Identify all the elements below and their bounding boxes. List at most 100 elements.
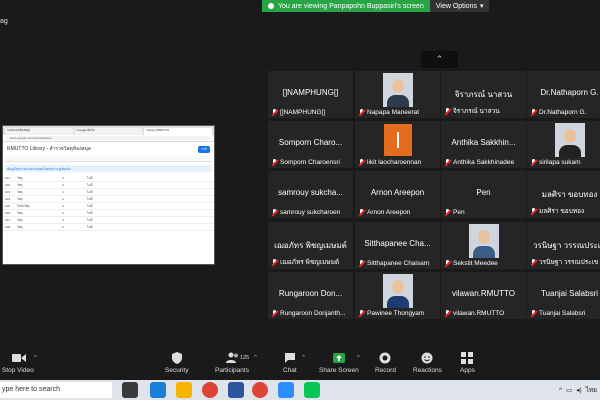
muted-mic-icon	[530, 207, 537, 215]
participant-name: Napapa Maneerat	[367, 109, 420, 116]
table-row: 104 วัสดุ 4 ไม่มี	[3, 196, 214, 203]
muted-mic-icon	[444, 260, 451, 267]
language-indicator[interactable]: ไทย	[586, 385, 597, 395]
chrome-icon[interactable]	[202, 382, 218, 398]
participant-tile[interactable]: likit laocharoennan	[355, 121, 440, 168]
participant-name: sirilapa sukam	[539, 159, 581, 166]
participant-tile[interactable]: จิราภรณ์ นาสวน จิราภรณ์ นาสวน	[441, 71, 526, 118]
muted-mic-icon	[444, 209, 451, 216]
chrome-icon-2[interactable]	[252, 382, 268, 398]
smiley-icon	[421, 352, 433, 364]
table-cell: 104	[5, 197, 11, 201]
security-button[interactable]: Security	[165, 352, 188, 374]
document-header: RMUTTO Library - สำรวจวัสดุห้องสมุด แชร์	[3, 142, 214, 156]
participant-tile[interactable]: Sitthapanee Cha... Sitthapanee Chaisarn	[355, 222, 440, 269]
participant-tile[interactable]: sirilapa sukam	[527, 121, 600, 168]
participant-name: Sekstit Meedee	[453, 260, 498, 267]
table-row: 108 วัสดุ 4 ไม่มี	[3, 224, 214, 231]
muted-mic-icon	[271, 109, 278, 116]
participant-tile[interactable]: []NAMPHUNG[] []NAMPHUNG[]	[268, 71, 353, 118]
participant-name-bar: Rungaroon Donjanth...	[271, 310, 351, 317]
table-cell: วัสดุ	[17, 210, 23, 215]
zoom-icon[interactable]	[278, 382, 294, 398]
participants-options-caret[interactable]: ^	[254, 355, 257, 361]
participant-tile[interactable]: Sekstit Meedee	[441, 222, 526, 269]
shared-screen-view[interactable]: ระบบงานห้องสมุด Google ฟอร์ม Library RMU…	[2, 125, 215, 265]
reactions-button[interactable]: Reactions	[413, 352, 442, 374]
participant-tile[interactable]: Pawinee Thongyam	[355, 272, 440, 319]
chevron-up-icon[interactable]: ^	[559, 387, 562, 394]
participant-tile[interactable]: Napapa Maneerat	[355, 71, 440, 118]
participant-tile[interactable]: Tuanjai Salabsri Tuanjai Salabsri	[527, 272, 600, 319]
participant-display-name: Somporn Charo...	[278, 138, 343, 147]
table-cell: วัสดุ	[17, 217, 23, 222]
participant-name-bar: Tuanjai Salabsri	[530, 310, 600, 317]
document-table: 101 วัสดุ 4 ไม่มี 102 วัสดุ 4 ไม่มี 103 วัสดุ 4 ไม่…	[3, 175, 214, 231]
participant-tile[interactable]: Arnon Areepon Arnon Areepon	[355, 171, 440, 218]
participant-tile[interactable]: Dr.Nathaporn G. Dr.Nathaporn G.	[527, 71, 600, 118]
chat-options-caret[interactable]: ^	[302, 355, 305, 361]
participant-name-bar: samrouy sukcharoen	[271, 209, 351, 216]
participant-display-name: Arnon Areepon	[370, 188, 425, 197]
muted-mic-icon	[530, 258, 537, 266]
participant-name-bar: Dr.Nathaporn G.	[530, 109, 600, 116]
share-screen-button[interactable]: Share Screen	[319, 352, 359, 374]
participant-tile[interactable]: vilawan.RMUTTO vilawan.RMUTTO	[441, 272, 526, 319]
participant-tile[interactable]: Pen Pen	[441, 171, 526, 218]
chevron-up-icon: ⌃	[435, 54, 444, 64]
stop-video-button[interactable]: Stop Video	[2, 352, 34, 374]
participant-tile[interactable]: Rungaroon Don... Rungaroon Donjanth...	[268, 272, 353, 319]
network-icon[interactable]: ▭	[566, 386, 572, 394]
share-options-caret[interactable]: ^	[357, 355, 360, 361]
reactions-label: Reactions	[413, 367, 442, 374]
participant-tile[interactable]: วรนิษฐา วรรณประเข วรนิษฐา วรรณประเข	[527, 222, 600, 269]
table-cell: ไม่มี	[87, 217, 93, 222]
participant-name-bar: Somporn Charoensri	[271, 159, 351, 166]
viewing-text: You are viewing Panpapohn Buppasiri's sc…	[278, 2, 424, 10]
participant-tile[interactable]: มลศิรา ขอบทอง มลศิรา ขอบทอง	[527, 171, 600, 218]
gallery-page-up-button[interactable]: ⌃	[421, 51, 458, 68]
apps-grid-icon	[461, 352, 474, 364]
taskbar-search-box[interactable]: ype here to search	[0, 382, 112, 398]
muted-mic-icon	[271, 159, 278, 166]
table-cell: 105	[5, 204, 11, 208]
muted-mic-icon	[444, 310, 451, 317]
word-icon[interactable]	[228, 382, 244, 398]
view-options-label: View Options	[435, 2, 477, 10]
table-cell: 102	[5, 183, 11, 187]
share-status-icon	[268, 3, 274, 9]
participant-display-name: Rungaroon Don...	[278, 289, 343, 298]
participant-name-bar: Pawinee Thongyam	[358, 310, 438, 317]
file-explorer-icon[interactable]	[176, 382, 192, 398]
volume-icon[interactable]: ◂)	[576, 386, 581, 394]
browser-tab: Google ฟอร์ม	[74, 128, 143, 135]
screen-share-banner: You are viewing Panpapohn Buppasiri's sc…	[262, 0, 490, 12]
participant-tile[interactable]: Somporn Charo... Somporn Charoensri	[268, 121, 353, 168]
participant-display-name: Anthika Sakkhin...	[451, 138, 516, 147]
table-cell: 108	[5, 225, 11, 229]
video-options-caret[interactable]: ^	[34, 355, 37, 361]
participant-tile[interactable]: samrouy sukcha... samrouy sukcharoen	[268, 171, 353, 218]
apps-button[interactable]: Apps	[460, 352, 475, 374]
line-app-icon[interactable]	[304, 382, 320, 398]
chat-button[interactable]: Chat	[283, 352, 297, 374]
muted-mic-icon	[271, 310, 278, 317]
participant-tile[interactable]: เฌอภัทร พิชญเมษมต์ เฌอภัทร พิชญเมษมต์	[268, 222, 353, 269]
participant-name-bar: Arnon Areepon	[358, 209, 438, 216]
edge-browser-icon[interactable]	[150, 382, 166, 398]
participant-display-name: วรนิษฐา วรรณประเข	[532, 241, 600, 250]
table-cell: 4	[62, 183, 64, 187]
participant-name: []NAMPHUNG[]	[280, 109, 326, 116]
view-options-button[interactable]: View Options ▾	[429, 0, 490, 12]
shield-icon	[171, 352, 183, 364]
task-view-icon[interactable]	[122, 382, 138, 398]
participant-name: มลศิรา ขอบทอง	[539, 208, 585, 215]
participant-name: Tuanjai Salabsri	[539, 310, 586, 317]
record-button[interactable]: Record	[375, 352, 396, 374]
participant-name-bar: Sitthapanee Chaisarn	[358, 260, 438, 267]
url-text: docs.google.com/spreadsheets	[7, 136, 210, 140]
stop-video-label: Stop Video	[2, 367, 34, 374]
table-cell: ใบรับวัสดุ	[17, 203, 30, 208]
participant-tile[interactable]: Anthika Sakkhin... Anthika Sakkhinadee	[441, 121, 526, 168]
table-cell: 101	[5, 176, 11, 180]
